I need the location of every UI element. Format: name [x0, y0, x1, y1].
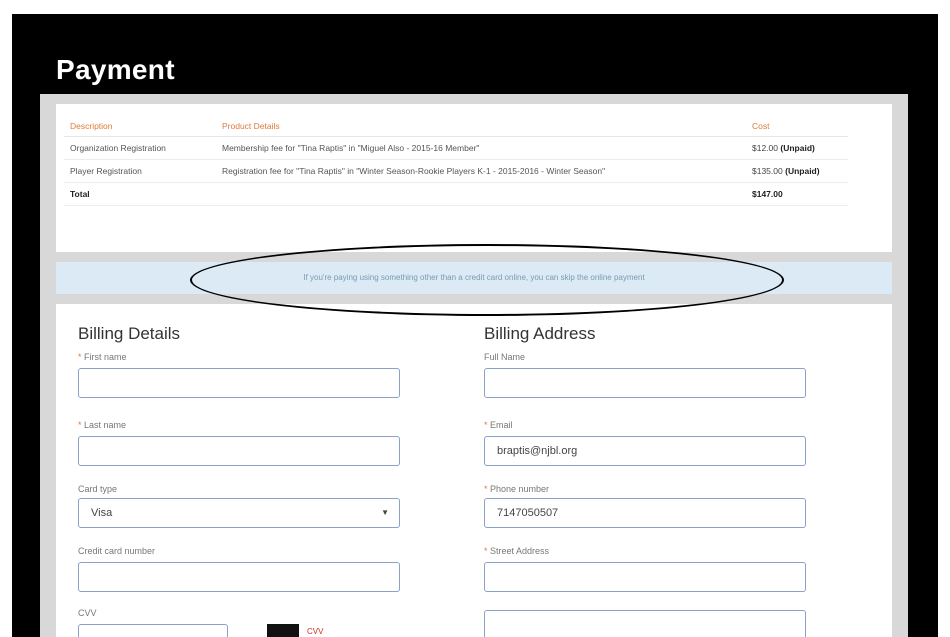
table-row: Organization Registration Membership fee… [64, 136, 848, 160]
full-name-label: Full Name [484, 352, 526, 362]
card-number-input[interactable] [78, 562, 400, 592]
row-details: Membership fee for "Tina Raptis" in "Mig… [216, 136, 746, 160]
page-title: Payment [56, 54, 175, 85]
street-address-label: * Street Address [484, 546, 550, 556]
cvv-hint: CVV [307, 627, 324, 636]
cvv-input[interactable] [78, 624, 228, 637]
billing-details-title: Billing Details [78, 324, 181, 343]
billing-form: Billing Details * First name * Last name… [56, 304, 892, 637]
row-cost: $135.00 (Unpaid) [746, 159, 848, 183]
email-label: * Email [484, 420, 513, 430]
row-description: Organization Registration [64, 136, 216, 160]
credit-card-back-icon [267, 624, 299, 637]
highlight-annotation-ellipse [190, 244, 784, 316]
first-name-input[interactable] [78, 368, 400, 398]
screenshot-frame: Payment Description Product Details Cost… [12, 14, 938, 637]
card-type-value: Visa [91, 507, 113, 519]
column-header-cost: Cost [746, 118, 848, 137]
cost-amount: $135.00 [752, 166, 783, 176]
row-description: Player Registration [64, 159, 216, 183]
phone-label: * Phone number [484, 484, 550, 494]
order-summary: Description Product Details Cost Organiz… [56, 104, 892, 252]
cost-amount: $12.00 [752, 143, 778, 153]
payment-status: (Unpaid) [780, 143, 815, 153]
card-type-select[interactable]: Visa ▼ [78, 498, 400, 528]
full-name-input[interactable] [484, 368, 806, 398]
first-name-label: * First name [78, 352, 127, 362]
table-header-row: Description Product Details Cost [64, 118, 848, 137]
row-cost: $12.00 (Unpaid) [746, 136, 848, 160]
street-address-input[interactable] [484, 562, 806, 592]
row-details: Registration fee for "Tina Raptis" in "W… [216, 159, 746, 183]
billing-address-title: Billing Address [484, 324, 596, 343]
phone-input[interactable]: 7147050507 [484, 498, 806, 528]
column-header-product-details: Product Details [216, 118, 746, 137]
total-row: Total $147.00 [64, 182, 848, 206]
card-type-label: Card type [78, 484, 118, 494]
caret-down-icon: ▼ [381, 508, 389, 517]
last-name-label: * Last name [78, 420, 127, 430]
street-address-line2-input[interactable] [484, 610, 806, 637]
table-row: Player Registration Registration fee for… [64, 159, 848, 183]
last-name-input[interactable] [78, 436, 400, 466]
cvv-label: CVV [78, 608, 97, 618]
total-label: Total [64, 182, 216, 206]
card-number-label: Credit card number [78, 546, 156, 556]
email-input[interactable]: braptis@njbl.org [484, 436, 806, 466]
payment-status: (Unpaid) [785, 166, 820, 176]
payment-panel: Description Product Details Cost Organiz… [40, 94, 908, 637]
order-summary-table: Description Product Details Cost Organiz… [64, 118, 848, 206]
total-value: $147.00 [746, 182, 848, 206]
column-header-description: Description [64, 118, 216, 137]
